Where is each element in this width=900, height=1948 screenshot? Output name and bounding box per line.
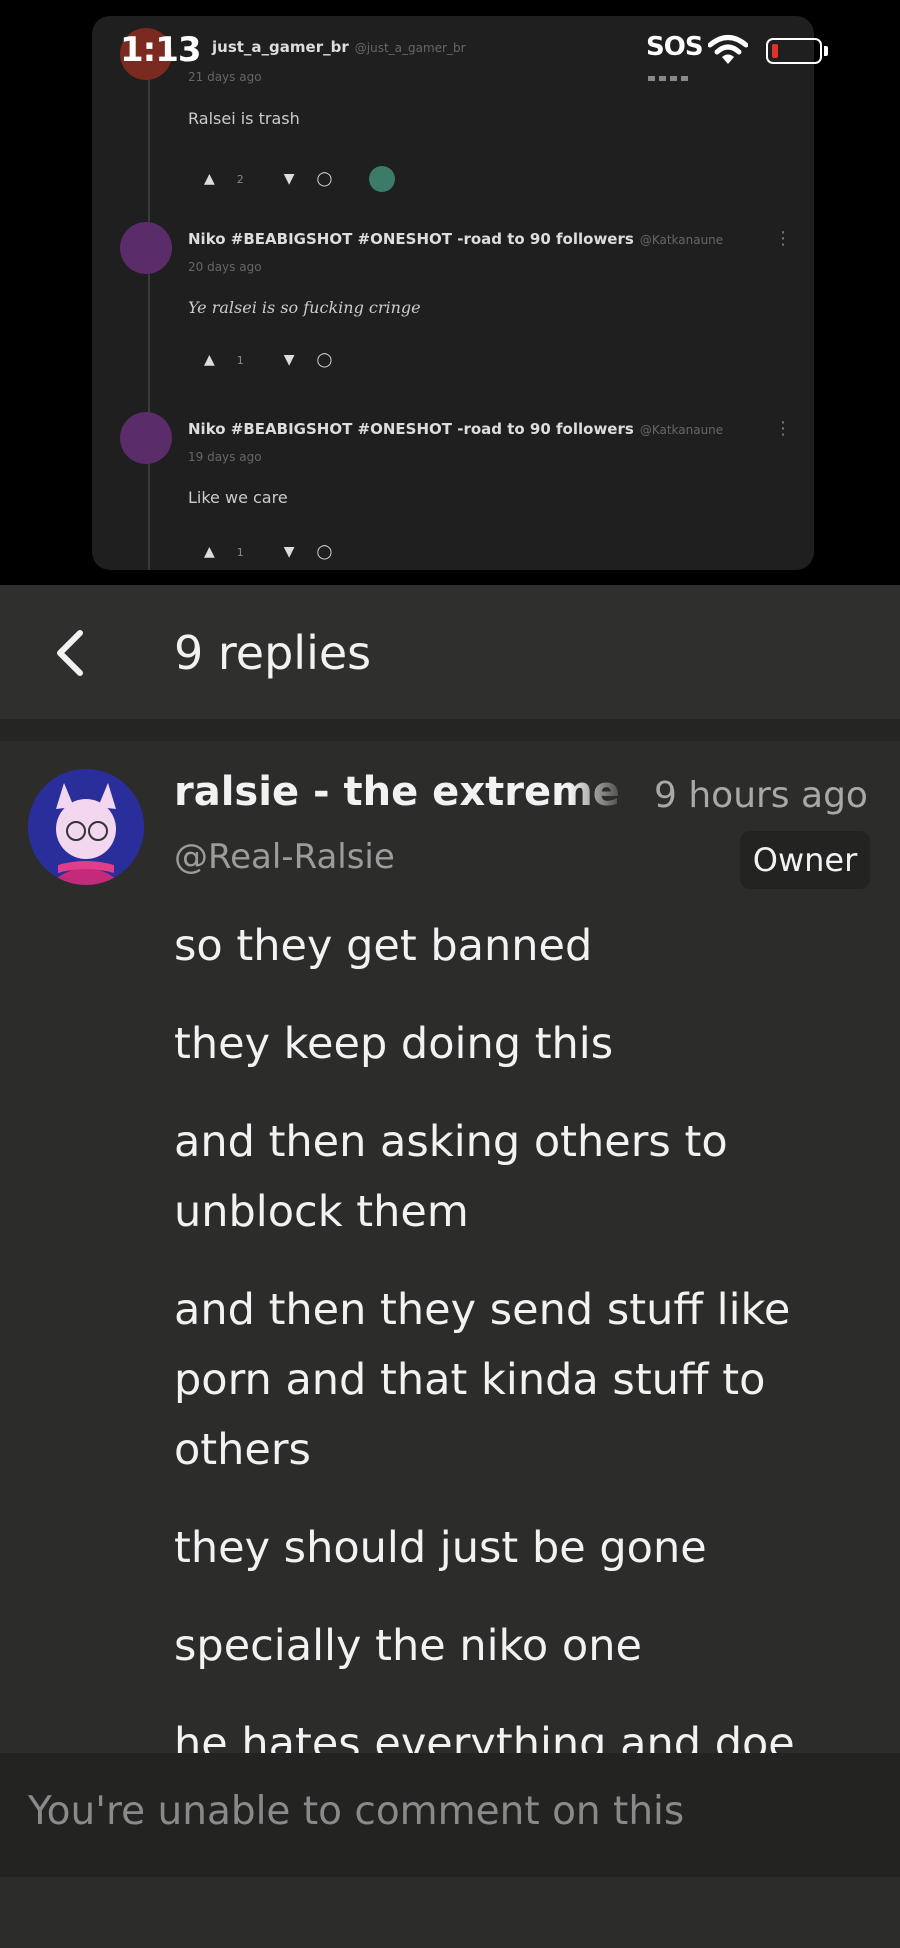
author-name[interactable]: ralsie - the extreme xyxy=(174,769,622,815)
thumbs-up-icon: ▲ xyxy=(204,171,215,187)
avatar[interactable] xyxy=(28,769,144,885)
thumbs-down-icon: ▼ xyxy=(283,171,295,187)
sos-indicator: SOS xyxy=(646,32,704,62)
comment-disabled-text: You're unable to comment on this xyxy=(28,1789,685,1834)
comment-line: and then asking others to unblock them xyxy=(174,1117,728,1237)
back-chevron-icon[interactable] xyxy=(50,627,90,679)
mini-actions: ▲ 1 ▼ ◯ xyxy=(204,352,333,368)
mini-time: 19 days ago xyxy=(188,450,262,464)
comment-line: he hates everything and doe xyxy=(174,1719,795,1753)
embedded-screenshot: just_a_gamer_br @just_a_gamer_br 21 days … xyxy=(92,16,814,570)
embedded-screenshot-area: just_a_gamer_br @just_a_gamer_br 21 days … xyxy=(0,0,900,585)
mini-author: Niko #BEABIGSHOT #ONESHOT -road to 90 fo… xyxy=(188,230,724,248)
thumbs-down-icon: ▼ xyxy=(283,352,295,368)
thumbs-down-icon: ▼ xyxy=(283,544,295,560)
mini-time: 20 days ago xyxy=(188,260,262,274)
owner-badge: Owner xyxy=(740,831,870,889)
comment: ralsie - the extreme 9 hours ago @Real-R… xyxy=(0,741,900,1753)
thread-line xyxy=(148,76,150,570)
mini-text: Like we care xyxy=(188,488,288,507)
mini-emoji-avatar xyxy=(368,166,395,192)
author-handle: @Real-Ralsie xyxy=(174,837,395,877)
mini-author: Niko #BEABIGSHOT #ONESHOT -road to 90 fo… xyxy=(188,420,724,438)
page-title: 9 replies xyxy=(174,626,372,680)
comment-line: and then they send stuff like porn and t… xyxy=(174,1285,791,1475)
mini-avatar xyxy=(120,222,172,274)
divider xyxy=(0,719,900,741)
battery-icon xyxy=(766,38,822,64)
comment-body: so they get banned they keep doing this … xyxy=(174,911,864,1753)
mini-actions: ▲ 2 ▼ ◯ xyxy=(204,166,417,192)
thumbs-up-icon: ▲ xyxy=(204,352,215,368)
mini-text: Ralsei is trash xyxy=(188,109,300,128)
reply-icon: ◯ xyxy=(316,171,333,187)
reply-icon: ◯ xyxy=(316,352,333,368)
status-time: 1:13 xyxy=(120,30,202,70)
thumbs-up-icon: ▲ xyxy=(204,544,215,560)
mini-actions: ▲ 1 ▼ ◯ xyxy=(204,544,333,560)
avatar-image xyxy=(28,769,144,885)
mini-text: Ye ralsei is so fucking cringe xyxy=(188,298,421,317)
author-fade xyxy=(570,771,630,821)
replies-header xyxy=(0,585,900,721)
mini-kebab-icon: ⋮ xyxy=(774,228,792,249)
comment-line: they should just be gone xyxy=(174,1523,707,1573)
wifi-icon xyxy=(708,35,748,64)
comment-line: they keep doing this xyxy=(174,1019,614,1069)
timestamp: 9 hours ago xyxy=(654,775,868,816)
mini-time: 21 days ago xyxy=(188,70,262,84)
reply-icon: ◯ xyxy=(316,544,333,560)
mini-avatar xyxy=(120,412,172,464)
battery-nub xyxy=(824,46,828,56)
bottom-band xyxy=(0,1877,900,1948)
comment-disabled-bar: You're unable to comment on this xyxy=(0,1753,900,1877)
mini-author: just_a_gamer_br @just_a_gamer_br xyxy=(212,38,466,56)
signal-dots xyxy=(648,66,694,81)
mini-kebab-icon: ⋮ xyxy=(774,418,792,439)
comment-line: specially the niko one xyxy=(174,1621,642,1671)
comment-line: so they get banned xyxy=(174,921,593,971)
